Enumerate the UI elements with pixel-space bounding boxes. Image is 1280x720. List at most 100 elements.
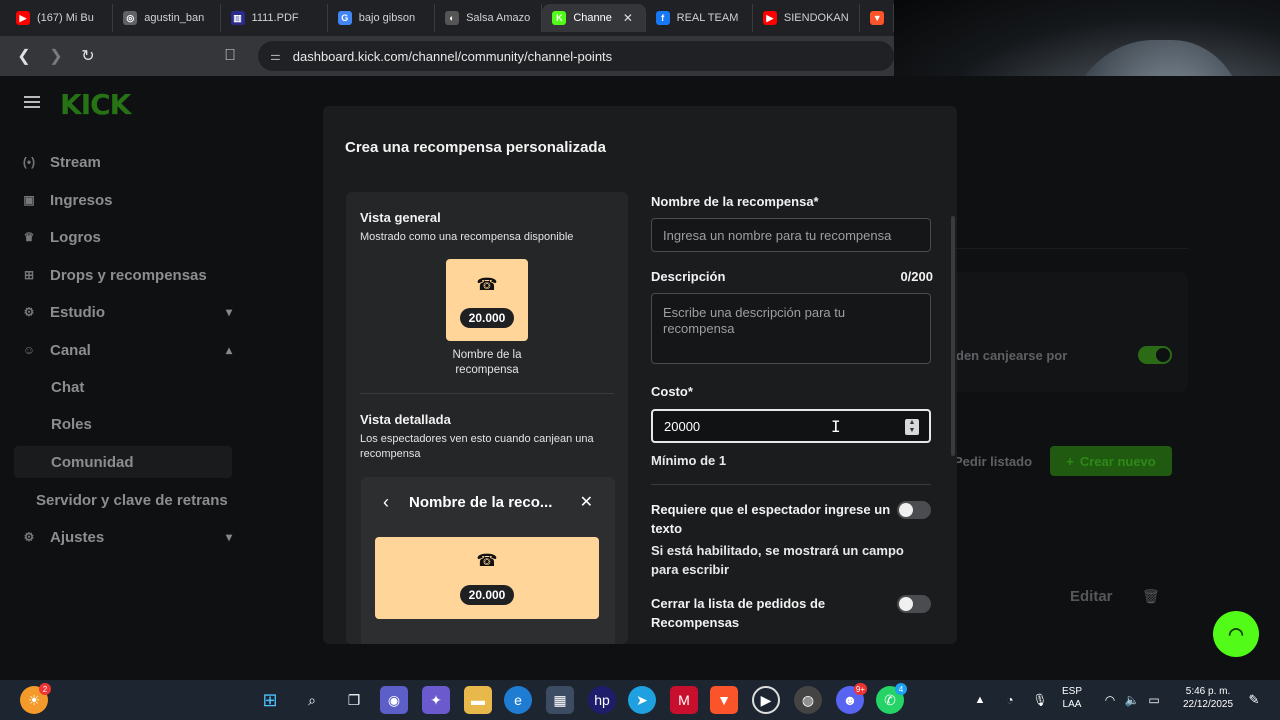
widgets-icon[interactable]: ☀ 2 xyxy=(20,683,51,714)
bookmark-icon[interactable]: ⎕ xyxy=(216,42,244,70)
trash-icon[interactable]: 🗑 xyxy=(1142,588,1160,605)
browser-tab[interactable]: ▼ xyxy=(860,4,895,32)
sidebar-item-label: Logros xyxy=(50,228,101,246)
edge-icon[interactable]: e xyxy=(504,686,532,714)
sidebar-item-ingresos[interactable]: ▣ Ingresos xyxy=(22,187,232,213)
reward-name-preview: Nombre de la recompensa xyxy=(452,349,522,376)
close-list-toggle[interactable] xyxy=(897,595,931,613)
chevron-down-icon: ▾ xyxy=(225,305,232,319)
sidebar-item-ajustes[interactable]: ⚙ Ajustes ▾ xyxy=(22,524,232,550)
menu-icon[interactable] xyxy=(24,96,40,108)
browser-tab[interactable]: Gbajo gibson xyxy=(328,4,436,32)
chevron-up-icon[interactable]: ▲ xyxy=(966,686,994,714)
hp-icon[interactable]: hp xyxy=(588,686,616,714)
tab-favicon-icon: ▶ xyxy=(762,11,777,25)
people-icon: ☺ xyxy=(22,343,36,357)
browser-tab[interactable]: K Channe ✕ xyxy=(542,4,646,32)
clock[interactable]: 5:46 p. m. 22/12/2025 xyxy=(1176,685,1240,711)
tab-close-icon[interactable]: ✕ xyxy=(623,11,633,25)
browser-tab[interactable]: ▥ 1111.PDF xyxy=(221,4,328,32)
discord-icon[interactable]: ☻ 9+ xyxy=(836,683,867,714)
general-view-title: Vista general xyxy=(360,210,441,225)
sidebar-item-label: Canal xyxy=(50,341,91,359)
reward-icon: ☎ xyxy=(476,275,498,294)
modal-title: Crea una recompensa personalizada xyxy=(345,139,606,156)
language-indicator[interactable]: ESP LAA xyxy=(1062,685,1082,711)
background-toggle[interactable] xyxy=(1138,346,1172,364)
sidebar-subitem-roles[interactable]: Roles xyxy=(51,416,92,433)
wallet-icon: ▣ xyxy=(23,193,35,207)
file-explorer-icon[interactable]: ▬ xyxy=(464,686,492,714)
forward-button[interactable]: ❯ xyxy=(42,42,70,70)
reward-preview-panel: Vista general Mostrado como una recompen… xyxy=(346,192,628,644)
sidebar-item-estudio[interactable]: ⚙ Estudio ▾ xyxy=(22,299,232,325)
sidebar-item-stream[interactable]: (•) Stream xyxy=(22,149,232,175)
address-bar[interactable]: ⚌ dashboard.kick.com/channel/community/c… xyxy=(258,41,894,71)
support-button[interactable]: ◠ xyxy=(1213,611,1259,657)
search-icon[interactable]: ⌕ xyxy=(298,686,326,714)
cost-minimum-hint: Mínimo de 1 xyxy=(651,453,727,468)
store-icon[interactable]: ▦ xyxy=(546,686,574,714)
browser-tab-bar: ▶ (167) Mi Bu ◎ agustin_ban ▥ 1111.PDF Gbajo g… xyxy=(0,0,895,36)
url-text: dashboard.kick.com/channel/community/cha… xyxy=(292,48,613,64)
browser-tab[interactable]: ▶ SIENDOKAN xyxy=(753,4,861,32)
mcafee-icon[interactable]: M xyxy=(670,686,698,714)
media-player-icon[interactable]: ▶ xyxy=(752,686,780,714)
number-spinner[interactable]: ▲ ▼ xyxy=(905,419,919,435)
cost-label: Costo* xyxy=(651,384,693,399)
tab-title: bajo gibson xyxy=(358,12,416,24)
tab-favicon-icon: ▼ xyxy=(870,11,885,25)
task-view-icon[interactable]: ❐ xyxy=(340,686,368,714)
chevron-up-icon: ▴ xyxy=(225,343,232,357)
battery-icon[interactable]: ▭ xyxy=(1140,686,1168,714)
teams-icon[interactable]: ◉ xyxy=(380,686,408,714)
sidebar-item-label: Ingresos xyxy=(50,191,113,209)
reward-name-input[interactable]: Ingresa un nombre para tu recompensa xyxy=(651,218,931,252)
pedir-listado-button[interactable]: Pedir listado xyxy=(954,454,1032,469)
telegram-icon[interactable]: ➤ xyxy=(628,686,656,714)
reload-button[interactable]: ↻ xyxy=(74,42,102,70)
description-textarea[interactable]: Escribe una descripción para tu recompen… xyxy=(651,293,931,364)
tab-favicon-icon: f xyxy=(655,11,670,25)
back-button[interactable]: ❮ xyxy=(10,42,38,70)
sidebar-subitem-comunidad[interactable]: Comunidad xyxy=(51,454,134,471)
require-text-toggle[interactable] xyxy=(897,501,931,519)
tab-favicon-icon: ◐ xyxy=(445,11,460,25)
detail-view-subtitle: Los espectadores ven esto cuando canjean… xyxy=(360,433,594,460)
sidebar-item-label: Ajustes xyxy=(50,528,105,546)
tab-favicon-icon: ◎ xyxy=(123,11,138,25)
modal-scrollbar[interactable] xyxy=(951,216,955,456)
kick-logo[interactable]: KICK xyxy=(60,88,131,121)
obs-icon[interactable]: ◍ xyxy=(794,686,822,714)
sidebar-item-servidor[interactable]: Servidor y clave de retrans xyxy=(36,492,228,509)
sidebar-item-drops[interactable]: ⊞ Drops y recompensas xyxy=(22,262,232,288)
site-info-icon[interactable]: ⚌ xyxy=(270,49,281,63)
browser-tab[interactable]: ◐ Salsa Amazo xyxy=(435,4,543,32)
tab-title: REAL TEAM xyxy=(676,12,739,24)
notifications-icon[interactable]: ✎ xyxy=(1240,686,1268,714)
clock-date: 22/12/2025 xyxy=(1182,699,1234,710)
plus-icon: + xyxy=(1066,453,1074,469)
reward-cost-badge: 20.000 xyxy=(460,308,514,328)
copilot-icon[interactable]: ✦ xyxy=(422,686,450,714)
sidebar: KICK (•) Stream ▣ Ingresos ♛ Logros ⊞ Dr… xyxy=(0,76,240,680)
sidebar-item-logros[interactable]: ♛ Logros xyxy=(22,224,232,250)
sidebar-subitem-chat[interactable]: Chat xyxy=(51,379,84,396)
whatsapp-icon[interactable]: ✆ 4 xyxy=(876,683,907,714)
brave-icon[interactable]: ▼ xyxy=(710,686,738,714)
form-divider xyxy=(651,484,931,485)
browser-tab[interactable]: ▶ (167) Mi Bu xyxy=(6,4,114,32)
editar-button[interactable]: Editar xyxy=(1070,588,1113,605)
microphone-icon[interactable]: 🎙 xyxy=(1026,686,1054,714)
sidebar-item-canal[interactable]: ☺ Canal ▴ xyxy=(22,337,232,363)
tray-app-icon[interactable]: ◔ xyxy=(996,686,1024,714)
broadcast-icon: (•) xyxy=(22,155,36,169)
start-icon[interactable]: ⊞ xyxy=(256,686,284,714)
cost-input[interactable]: 20000 I ▲ ▼ xyxy=(651,409,931,443)
sidebar-item-label: Stream xyxy=(50,153,101,171)
text-cursor-icon: I xyxy=(831,417,841,436)
background-divider xyxy=(940,248,1188,249)
crear-nuevo-button[interactable]: + Crear nuevo xyxy=(1050,446,1172,476)
browser-tab[interactable]: f REAL TEAM xyxy=(646,4,753,32)
browser-tab[interactable]: ◎ agustin_ban xyxy=(113,4,221,32)
